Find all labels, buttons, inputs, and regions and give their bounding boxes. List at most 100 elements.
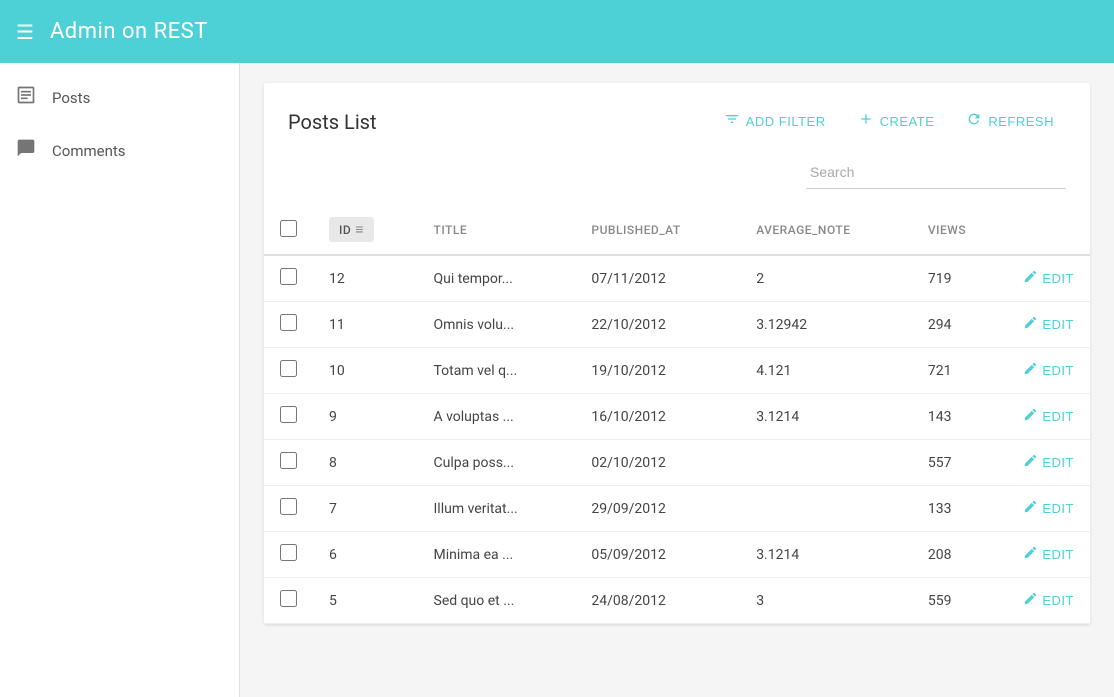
page-title: Posts List: [288, 110, 377, 134]
table-body: 12 Qui tempor... 07/11/2012 2 719 EDIT 1…: [264, 255, 1090, 624]
edit-button[interactable]: EDIT: [1023, 453, 1074, 472]
row-checkbox[interactable]: [280, 268, 297, 285]
row-average-note: 2: [740, 255, 912, 302]
row-published-at: 05/09/2012: [575, 532, 740, 578]
table-row: 12 Qui tempor... 07/11/2012 2 719 EDIT: [264, 255, 1090, 302]
row-id: 10: [313, 348, 418, 394]
edit-button[interactable]: EDIT: [1023, 591, 1074, 610]
create-button[interactable]: CREATE: [846, 103, 947, 140]
main-content: Posts List ADD FILTER: [240, 63, 1114, 697]
table-row: 7 Illum veritat... 29/09/2012 133 EDIT: [264, 486, 1090, 532]
row-id: 8: [313, 440, 418, 486]
sidebar-item-posts-label: Posts: [52, 89, 90, 107]
row-published-at: 02/10/2012: [575, 440, 740, 486]
row-checkbox[interactable]: [280, 544, 297, 561]
row-actions-cell: EDIT: [1007, 440, 1090, 486]
select-all-checkbox[interactable]: [280, 220, 297, 237]
edit-button[interactable]: EDIT: [1023, 545, 1074, 564]
sidebar: Posts Comments: [0, 63, 240, 697]
row-actions-cell: EDIT: [1007, 532, 1090, 578]
add-filter-button[interactable]: ADD FILTER: [712, 103, 838, 140]
row-views: 721: [912, 348, 1008, 394]
row-title: Illum veritat...: [418, 486, 576, 532]
refresh-label: REFRESH: [988, 114, 1054, 129]
row-views: 559: [912, 578, 1008, 624]
th-actions: [1007, 205, 1090, 255]
edit-icon: [1023, 545, 1038, 564]
edit-button[interactable]: EDIT: [1023, 361, 1074, 380]
sidebar-item-comments[interactable]: Comments: [0, 124, 239, 177]
row-id: 11: [313, 302, 418, 348]
sidebar-item-posts[interactable]: Posts: [0, 71, 239, 124]
add-filter-label: ADD FILTER: [746, 114, 826, 129]
row-id: 7: [313, 486, 418, 532]
edit-icon: [1023, 453, 1038, 472]
layout: Posts Comments Posts List: [0, 63, 1114, 697]
th-published-at: PUBLISHED_AT: [575, 205, 740, 255]
card-header: Posts List ADD FILTER: [264, 83, 1090, 156]
id-sort-button[interactable]: ID ≡: [329, 217, 374, 242]
row-checkbox[interactable]: [280, 498, 297, 515]
table-row: 6 Minima ea ... 05/09/2012 3.1214 208 ED…: [264, 532, 1090, 578]
app-header: ☰ Admin on REST: [0, 0, 1114, 63]
row-checkbox[interactable]: [280, 314, 297, 331]
create-plus-icon: [858, 111, 874, 132]
row-checkbox[interactable]: [280, 406, 297, 423]
row-views: 133: [912, 486, 1008, 532]
app-title: Admin on REST: [50, 19, 208, 44]
row-title: Culpa poss...: [418, 440, 576, 486]
row-title: Minima ea ...: [418, 532, 576, 578]
menu-icon[interactable]: ☰: [16, 20, 34, 44]
table-row: 11 Omnis volu... 22/10/2012 3.12942 294 …: [264, 302, 1090, 348]
row-published-at: 19/10/2012: [575, 348, 740, 394]
row-title: A voluptas ...: [418, 394, 576, 440]
row-checkbox-cell: [264, 578, 313, 624]
row-published-at: 16/10/2012: [575, 394, 740, 440]
table-row: 8 Culpa poss... 02/10/2012 557 EDIT: [264, 440, 1090, 486]
row-views: 208: [912, 532, 1008, 578]
table-row: 5 Sed quo et ... 24/08/2012 3 559 EDIT: [264, 578, 1090, 624]
row-id: 5: [313, 578, 418, 624]
card-actions: ADD FILTER CREATE: [712, 103, 1066, 140]
edit-button[interactable]: EDIT: [1023, 499, 1074, 518]
row-checkbox-cell: [264, 532, 313, 578]
table-row: 9 A voluptas ... 16/10/2012 3.1214 143 E…: [264, 394, 1090, 440]
refresh-icon: [966, 111, 982, 132]
row-average-note: 3: [740, 578, 912, 624]
row-checkbox[interactable]: [280, 360, 297, 377]
row-checkbox[interactable]: [280, 590, 297, 607]
edit-button[interactable]: EDIT: [1023, 407, 1074, 426]
row-title: Qui tempor...: [418, 255, 576, 302]
th-id: ID ≡: [313, 205, 418, 255]
id-col-label: ID: [339, 223, 351, 237]
row-published-at: 22/10/2012: [575, 302, 740, 348]
row-average-note: [740, 486, 912, 532]
row-id: 6: [313, 532, 418, 578]
row-checkbox-cell: [264, 302, 313, 348]
filter-icon: [724, 111, 740, 132]
row-views: 143: [912, 394, 1008, 440]
row-published-at: 29/09/2012: [575, 486, 740, 532]
edit-button[interactable]: EDIT: [1023, 269, 1074, 288]
th-title: TITLE: [418, 205, 576, 255]
search-input[interactable]: [806, 156, 1066, 189]
th-average-note: AVERAGE_NOTE: [740, 205, 912, 255]
row-published-at: 07/11/2012: [575, 255, 740, 302]
row-views: 557: [912, 440, 1008, 486]
table-head: ID ≡ TITLE PUBLISHED_AT AVE: [264, 205, 1090, 255]
row-checkbox-cell: [264, 255, 313, 302]
row-checkbox[interactable]: [280, 452, 297, 469]
sort-icon: ≡: [355, 221, 364, 238]
row-checkbox-cell: [264, 486, 313, 532]
row-views: 294: [912, 302, 1008, 348]
row-actions-cell: EDIT: [1007, 394, 1090, 440]
row-actions-cell: EDIT: [1007, 486, 1090, 532]
edit-button[interactable]: EDIT: [1023, 315, 1074, 334]
row-checkbox-cell: [264, 394, 313, 440]
edit-icon: [1023, 499, 1038, 518]
table-wrapper: ID ≡ TITLE PUBLISHED_AT AVE: [264, 205, 1090, 624]
row-average-note: 4.121: [740, 348, 912, 394]
edit-icon: [1023, 361, 1038, 380]
row-views: 719: [912, 255, 1008, 302]
refresh-button[interactable]: REFRESH: [954, 103, 1066, 140]
